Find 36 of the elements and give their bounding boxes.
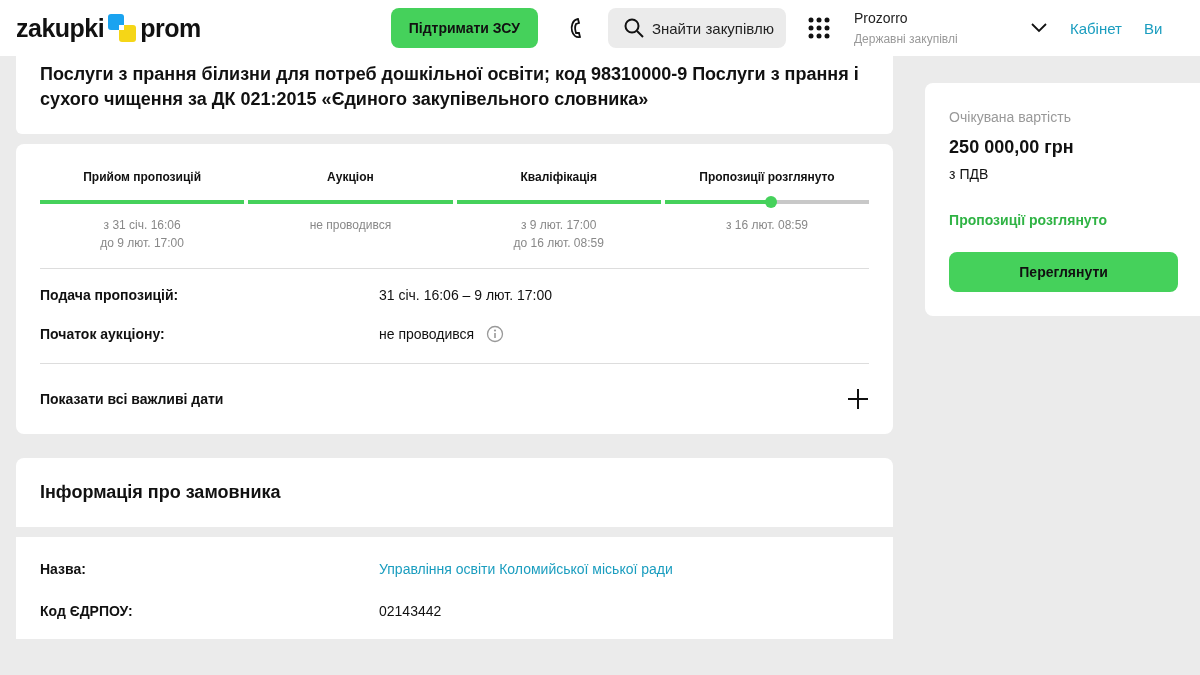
stage-label: Прийом пропозицій [83, 170, 202, 186]
apps-grid-icon [807, 17, 830, 39]
logo-text[interactable]: prom [140, 13, 201, 43]
stage-label: Пропозиції розглянуто [699, 170, 835, 186]
summary-label: Очікувана вартість [949, 109, 1072, 125]
stage-date: до 16 лют. 08:59 [513, 236, 604, 250]
tender-title: Послуги з прання білизни для потреб дошкільної освіти; код 98310000-9 Послуги з прання і сухого чищення за ДК 021:2015 «Єдиного закупівельного словника» [16, 56, 894, 134]
field-value: 31 січ. 16:06 – 9 лют. 17:00 [379, 287, 552, 303]
logo-icon [106, 12, 139, 44]
chevron-down-icon [1029, 22, 1048, 34]
stage-label: Аукціон [327, 170, 374, 186]
stage-date: з 9 лют. 17:00 [520, 218, 597, 232]
field-value: 02143442 [379, 603, 442, 619]
logo-text[interactable]: zakupki [16, 13, 105, 43]
field-label: Назва: [40, 561, 87, 577]
support-button[interactable]: Підтримати ЗСУ [390, 8, 538, 48]
show-dates-toggle[interactable]: Показати всі важливі дати [40, 364, 870, 434]
search-icon [623, 18, 644, 38]
field-value: не проводився [379, 326, 475, 342]
field-label: Початок аукціону: [40, 326, 166, 342]
stage-date: не проводився [309, 218, 392, 232]
platform-title: Prozorro [853, 10, 909, 26]
stage-date: до 9 лют. 17:00 [100, 236, 184, 250]
field-label: Код ЄДРПОУ: [40, 603, 134, 619]
search-field[interactable]: Знайти закупівлю [607, 8, 786, 48]
status-text: Пропозиції розглянуто [949, 212, 1109, 228]
view-button[interactable]: Переглянути [949, 252, 1179, 292]
section-title: Інформація про замовника [16, 458, 894, 527]
vat-note: з ПДВ [949, 166, 990, 182]
field-label: Подача пропозицій: [40, 287, 180, 303]
stage-date: з 31 січ. 16:06 [103, 218, 181, 232]
stage-date: з 16 лют. 08:59 [725, 218, 809, 232]
stage-label: Кваліфікація [520, 170, 597, 186]
expected-amount: 250 000,00 грн [949, 137, 1075, 158]
plus-icon [847, 388, 870, 410]
platform-subtitle: Державні закупівлі [853, 32, 959, 46]
